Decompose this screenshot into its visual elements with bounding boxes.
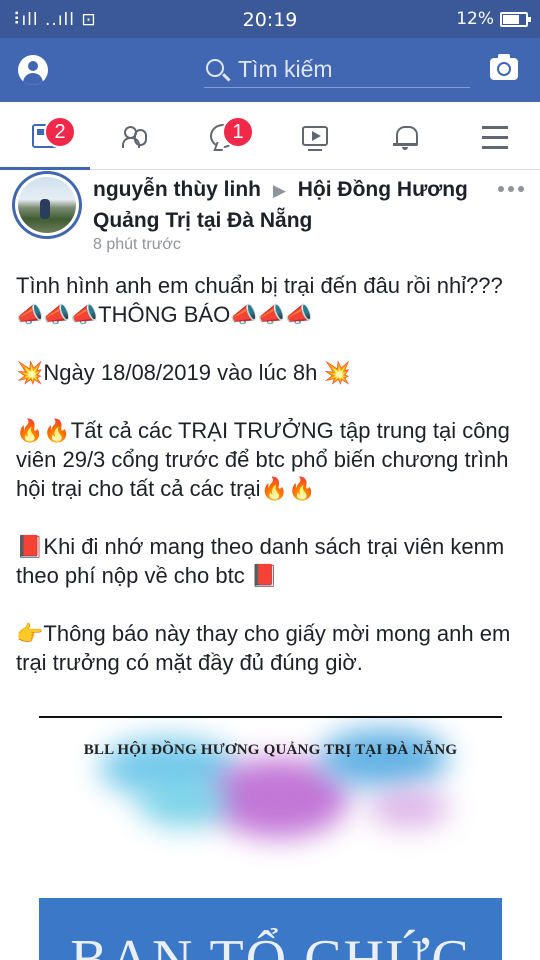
post-text: Tình hình anh em chuẩn bị trại đến đâu r… [16,271,526,677]
author-name-link[interactable]: nguyễn thùy linh [93,178,261,201]
status-bar: ⠸ıll ..ıll ⊡ 20:19 12% [0,0,540,38]
messenger-badge: 1 [222,116,254,148]
hamburger-menu-icon [482,126,508,149]
right-arrow-icon: ▶ [272,181,286,200]
search-icon [206,59,224,77]
profile-icon [28,61,38,71]
search-placeholder: Tìm kiếm [238,56,333,82]
post-line: Tình hình anh em chuẩn bị trại đến đâu r… [16,273,503,298]
tab-watch[interactable] [270,102,360,170]
author-avatar[interactable] [12,171,82,239]
bell-icon [392,124,418,150]
battery-indicator: 12% [456,9,531,29]
image-banner-text: BAN TỔ CHỨC [70,929,471,960]
battery-percent: 12% [456,9,494,29]
post-line: 💥Ngày 18/08/2019 vào lúc 8h 💥 [16,360,351,385]
more-dots-icon [498,186,504,192]
news-feed-badge: 2 [44,116,76,148]
image-caption: BLL HỘI ĐỒNG HƯƠNG QUẢNG TRỊ TẠI ĐÀ NẴNG [83,742,458,758]
profile-button[interactable] [18,55,48,85]
post-line: 📕Khi đi nhớ mang theo danh sách trại viê… [16,534,505,588]
post-line: 📣📣📣THÔNG BÁO📣📣📣 [16,302,313,327]
feed-post: nguyễn thùy linh ▶ Hội Đồng Hương Quảng … [0,171,540,960]
camera-button[interactable] [490,54,518,80]
post-options-button[interactable] [498,183,526,193]
post-timestamp[interactable]: 8 phút trước [93,236,181,254]
post-header: nguyễn thùy linh ▶ Hội Đồng Hương Quảng … [93,175,493,236]
tab-menu[interactable] [450,102,540,170]
watch-video-icon [302,126,328,151]
profile-icon-body [23,73,43,85]
more-dot [508,186,514,192]
tab-messenger[interactable]: 1 [178,102,268,170]
post-attached-image[interactable]: BLL HỘI ĐỒNG HƯƠNG QUẢNG TRỊ TẠI ĐÀ NẴNG… [39,716,502,960]
post-line: 👉Thông báo này thay cho giấy mời mong an… [16,621,511,675]
post-line: 🔥🔥Tất cả các TRẠI TRƯỞNG tập trung tại c… [16,418,510,501]
tab-bar: 2 1 [0,102,540,170]
battery-icon [500,11,531,27]
top-app-bar: Tìm kiếm [0,38,540,102]
friends-icon [122,124,148,148]
tab-friends[interactable] [90,102,180,170]
avatar-image [18,177,76,233]
more-dot [518,186,524,192]
tab-notifications[interactable] [360,102,450,170]
tab-news-feed[interactable]: 2 [0,102,90,170]
search-input[interactable]: Tìm kiếm [204,54,470,88]
